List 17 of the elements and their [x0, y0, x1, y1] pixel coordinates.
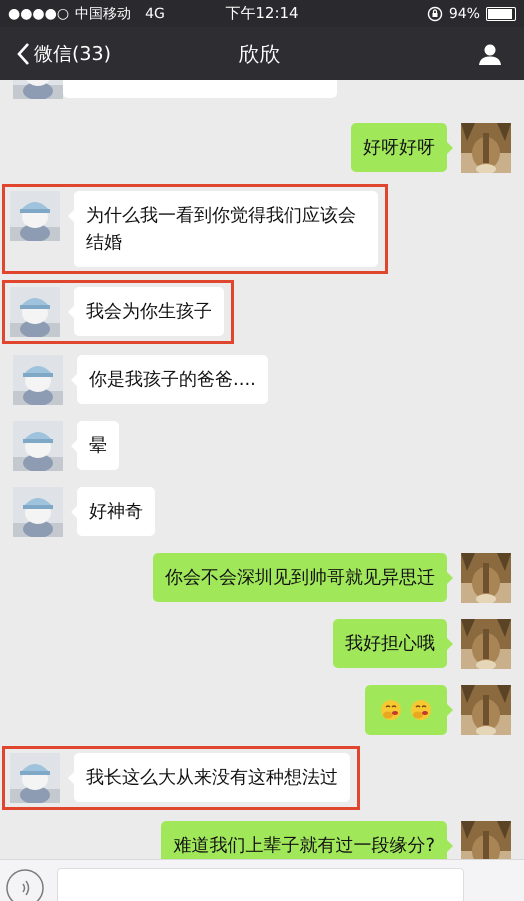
message-bubble: 好神奇 [77, 487, 155, 536]
battery-percent: 94% [448, 6, 480, 22]
signal-dots: ●●●●○ [8, 6, 70, 22]
back-button[interactable]: 微信(33) [16, 40, 112, 66]
message-bubble: 我好担心哦 [333, 619, 447, 668]
message-bubble: 你是我孩子的爸爸.... [77, 355, 268, 404]
message-bubble: 晕 [77, 421, 119, 470]
message-bubble: 你会不会深圳见到帅哥就见异思迁 [153, 553, 447, 602]
message-bubble: 好呀好呀 [351, 123, 447, 172]
chat-title: 欣欣 [238, 40, 280, 68]
message-bubble: 为什么我一看到你觉得我们应该会结婚 [74, 191, 378, 267]
message-bubble: 难道我们上辈子就有过一段缘分? [161, 821, 447, 859]
carrier-name: 中国移动 [75, 4, 132, 22]
message-bubble: 我会为你生孩子 [74, 287, 224, 336]
network-type: 4G [145, 6, 165, 22]
message-bubble: 我长这么大从来没有这种想法过 [74, 753, 350, 802]
clock-time: 下午12:14 [225, 4, 299, 23]
